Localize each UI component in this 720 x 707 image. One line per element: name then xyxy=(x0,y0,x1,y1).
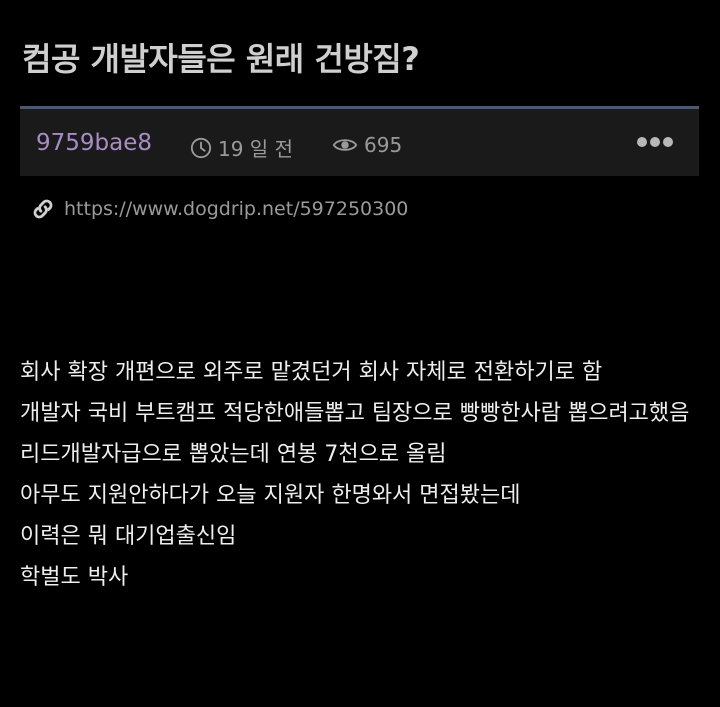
content-line: 학벌도 박사 xyxy=(20,565,129,590)
more-dot xyxy=(650,137,660,147)
post-meta-bar: 9759bae8 19 일 전 695 xyxy=(20,106,699,176)
content-line: 이력은 뭐 대기업출신임 xyxy=(20,524,237,549)
clock-icon xyxy=(190,137,212,158)
more-dot xyxy=(663,137,673,147)
post-title: 컴공 개발자들은 원래 건방짐? xyxy=(22,40,420,78)
content-line: 회사 확장 개편으로 외주로 맡겼던거 회사 자체로 전환하기로 함 xyxy=(20,360,603,385)
post-time: 19 일 전 xyxy=(190,133,293,162)
content-line: 개발자 국비 부트캠프 적당한애들뽑고 팀장으로 빵빵한사람 뽑으려고했음 xyxy=(20,401,690,426)
post-link-row: https://www.dogdrip.net/597250300 xyxy=(30,196,408,222)
more-dot xyxy=(637,137,647,147)
post-url-link[interactable]: https://www.dogdrip.net/597250300 xyxy=(64,198,408,220)
eye-icon xyxy=(332,139,358,151)
link-icon xyxy=(33,199,53,219)
post-time-text: 19 일 전 xyxy=(218,137,293,161)
post-views: 695 xyxy=(332,133,402,157)
content-line: 아무도 지원안하다가 오늘 지원자 한명와서 면접봤는데 xyxy=(20,483,521,508)
post-content: 회사 확장 개편으로 외주로 맡겼던거 회사 자체로 전환하기로 함 개발자 국… xyxy=(20,352,700,598)
content-line: 리드개발자급으로 뽑았는데 연봉 7천으로 올림 xyxy=(20,442,447,467)
author-name[interactable]: 9759bae8 xyxy=(36,130,152,156)
more-dots-icon[interactable] xyxy=(637,137,673,147)
post-views-count: 695 xyxy=(364,133,403,157)
